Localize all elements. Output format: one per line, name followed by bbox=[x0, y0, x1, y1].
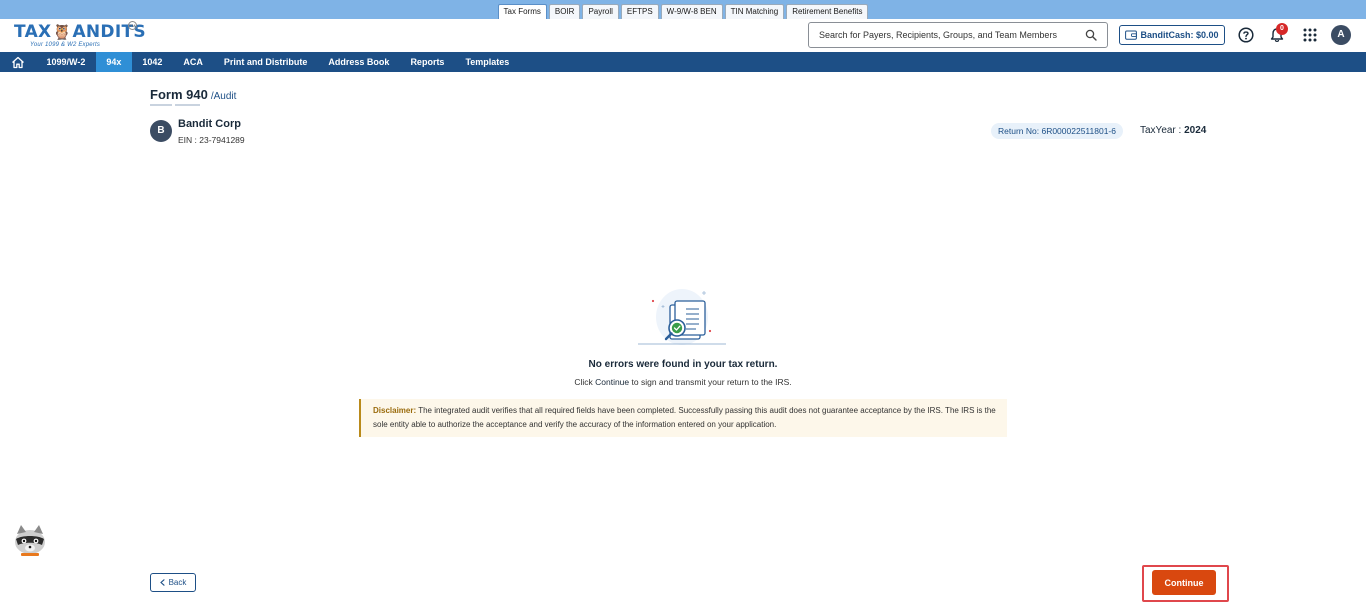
audit-success-illustration bbox=[638, 289, 726, 345]
nav-item-94x[interactable]: 94x bbox=[95, 52, 132, 72]
nav-item-address-book[interactable]: Address Book bbox=[318, 52, 400, 72]
global-search bbox=[808, 22, 1108, 48]
nav-item-reports[interactable]: Reports bbox=[400, 52, 455, 72]
audit-result-instruction: Click Continue to sign and transmit your… bbox=[574, 377, 792, 387]
logo-tagline: Your 1099 & W2 Experts bbox=[30, 42, 101, 48]
return-number-badge: Return No: 6R000022511801-6 bbox=[991, 123, 1123, 139]
tax-year: TaxYear : 2024 bbox=[1140, 125, 1206, 136]
disclaimer-text: The integrated audit verifies that all r… bbox=[373, 406, 996, 429]
product-tab-tin-matching[interactable]: TIN Matching bbox=[724, 4, 785, 19]
title-underline bbox=[150, 104, 200, 106]
page-title: Form 940 bbox=[150, 87, 208, 102]
wallet-icon bbox=[1125, 30, 1138, 40]
nav-item-print-and-distribute[interactable]: Print and Distribute bbox=[213, 52, 318, 72]
back-button-label: Back bbox=[168, 578, 187, 587]
product-tab-retirement-benefits[interactable]: Retirement Benefits bbox=[786, 4, 869, 19]
nav-item-templates[interactable]: Templates bbox=[455, 52, 520, 72]
product-tab-eftps[interactable]: EFTPS bbox=[620, 4, 659, 19]
continue-button[interactable]: Continue bbox=[1152, 570, 1216, 595]
nav-home[interactable] bbox=[0, 52, 36, 72]
tax-year-value: 2024 bbox=[1184, 125, 1207, 136]
search-icon[interactable] bbox=[1085, 29, 1097, 41]
apps-grid-icon[interactable] bbox=[1303, 28, 1317, 42]
product-tab-payroll[interactable]: Payroll bbox=[582, 4, 619, 19]
nav-item-1042[interactable]: 1042 bbox=[132, 52, 173, 72]
search-input[interactable] bbox=[819, 30, 1085, 40]
nav-item-aca[interactable]: ACA bbox=[173, 52, 214, 72]
taxbandits-logo[interactable]: TAX 🦉 ANDITS TM Your 1099 & W2 Experts bbox=[14, 21, 146, 50]
user-avatar[interactable]: A bbox=[1331, 25, 1351, 45]
product-tabs: Tax Forms BOIR Payroll EFTPS W-9/W-8 BEN… bbox=[0, 0, 1366, 19]
help-icon[interactable] bbox=[1238, 27, 1254, 43]
product-tab-w9-w8ben[interactable]: W-9/W-8 BEN bbox=[660, 4, 723, 19]
app-header: TAX 🦉 ANDITS TM Your 1099 & W2 Experts B… bbox=[0, 19, 1366, 52]
company-info: B Bandit Corp EIN : 23-7941289 bbox=[150, 118, 245, 145]
notification-count-badge: 0 bbox=[1276, 23, 1288, 35]
logo-text-left: TAX bbox=[14, 22, 52, 42]
main-nav: 1099/W-2 94x 1042 ACA Print and Distribu… bbox=[0, 52, 1366, 72]
company-ein: EIN : 23-7941289 bbox=[178, 135, 245, 145]
page-subtitle: /Audit bbox=[210, 91, 237, 102]
back-button[interactable]: Back bbox=[150, 573, 196, 592]
raccoon-mascot-icon[interactable] bbox=[12, 522, 48, 556]
product-tab-boir[interactable]: BOIR bbox=[548, 4, 581, 19]
tax-year-label: TaxYear : bbox=[1140, 125, 1182, 136]
nav-item-1099-w2[interactable]: 1099/W-2 bbox=[36, 52, 96, 72]
home-icon bbox=[12, 56, 24, 68]
product-tab-tax-forms[interactable]: Tax Forms bbox=[497, 4, 547, 19]
disclaimer-box: Disclaimer: The integrated audit verifie… bbox=[359, 399, 1007, 437]
disclaimer-label: Disclaimer: bbox=[373, 406, 417, 415]
bandit-cash-button[interactable]: BanditCash: $0.00 bbox=[1119, 25, 1225, 45]
company-name: Bandit Corp bbox=[178, 118, 241, 130]
breadcrumb: Form 940 /Audit bbox=[150, 87, 236, 102]
company-avatar: B bbox=[150, 120, 172, 142]
audit-result-title: No errors were found in your tax return. bbox=[588, 359, 778, 370]
owl-icon: 🦉 bbox=[52, 23, 72, 41]
bandit-cash-label: BanditCash: $0.00 bbox=[1140, 30, 1219, 40]
chevron-left-icon bbox=[159, 579, 165, 586]
trademark-mark: TM bbox=[128, 21, 137, 30]
